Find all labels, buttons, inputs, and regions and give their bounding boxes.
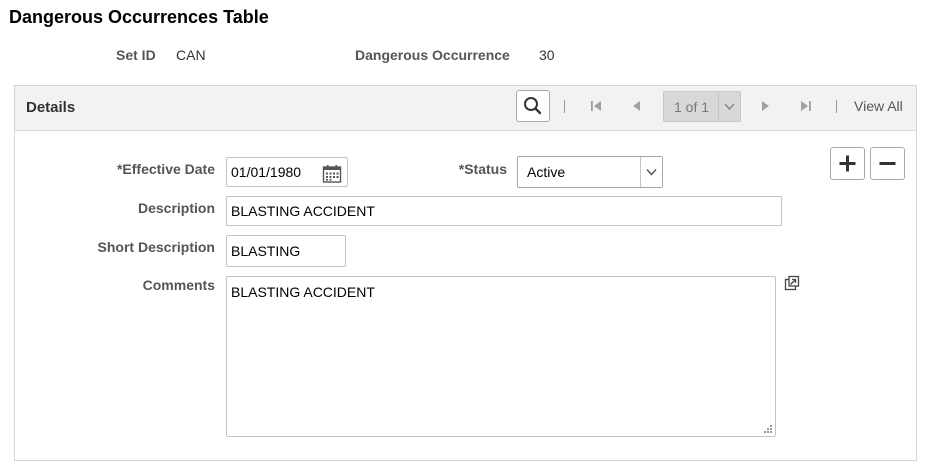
setid-value: CAN [176,47,206,63]
separator [836,100,837,113]
page-range-text: 1 of 1 [674,99,710,115]
comments-textarea[interactable]: BLASTING ACCIDENT [226,276,776,437]
effective-date-label: *Effective Date [116,161,215,177]
details-title: Details [26,99,76,116]
page-title: Dangerous Occurrences Table [9,7,269,27]
short-description-label: Short Description [97,239,215,255]
comments-label: Comments [142,277,215,293]
page-range-select[interactable]: 1 of 1 [663,91,741,122]
description-label: Description [137,200,215,216]
delete-row-icon [879,162,896,165]
calendar-icon [322,165,342,183]
short-description-value: BLASTING [231,243,301,259]
dangerous-occurrence-value: 30 [539,47,555,63]
view-all-link[interactable]: View All [854,98,903,114]
delete-row-button[interactable] [870,147,905,180]
last-page-button[interactable] [796,95,814,117]
expand-field-icon [784,275,800,291]
status-select[interactable]: Active [517,156,663,188]
comments-value: BLASTING ACCIDENT [231,284,375,300]
description-input[interactable]: BLASTING ACCIDENT [226,196,782,226]
first-page-icon [591,101,601,111]
short-description-input[interactable]: BLASTING [226,235,346,267]
setid-label: Set ID [116,47,156,63]
next-page-button[interactable] [756,95,774,117]
details-panel-header: Details 1 of 1 View All [15,86,916,131]
status-label: *Status [458,161,507,177]
resize-handle-icon[interactable] [763,424,773,434]
dangerous-occurrence-label: Dangerous Occurrence [355,47,510,63]
add-row-icon [839,155,856,172]
add-row-button[interactable] [830,147,865,180]
status-value: Active [527,164,566,180]
details-panel: Details 1 of 1 View All *Effective Date … [14,85,917,461]
first-page-button[interactable] [588,95,606,117]
description-value: BLASTING ACCIDENT [231,203,375,219]
chevron-down-icon [718,92,740,121]
next-page-icon [762,101,769,111]
expand-comments-button[interactable] [784,275,800,291]
previous-page-button[interactable] [628,95,646,117]
effective-date-value: 01/01/1980 [231,164,302,180]
calendar-button[interactable] [322,164,342,184]
last-page-icon [801,101,811,111]
search-button[interactable] [516,90,550,122]
separator [564,100,565,113]
search-icon [524,97,542,115]
previous-page-icon [633,101,640,111]
chevron-down-icon [640,157,662,187]
